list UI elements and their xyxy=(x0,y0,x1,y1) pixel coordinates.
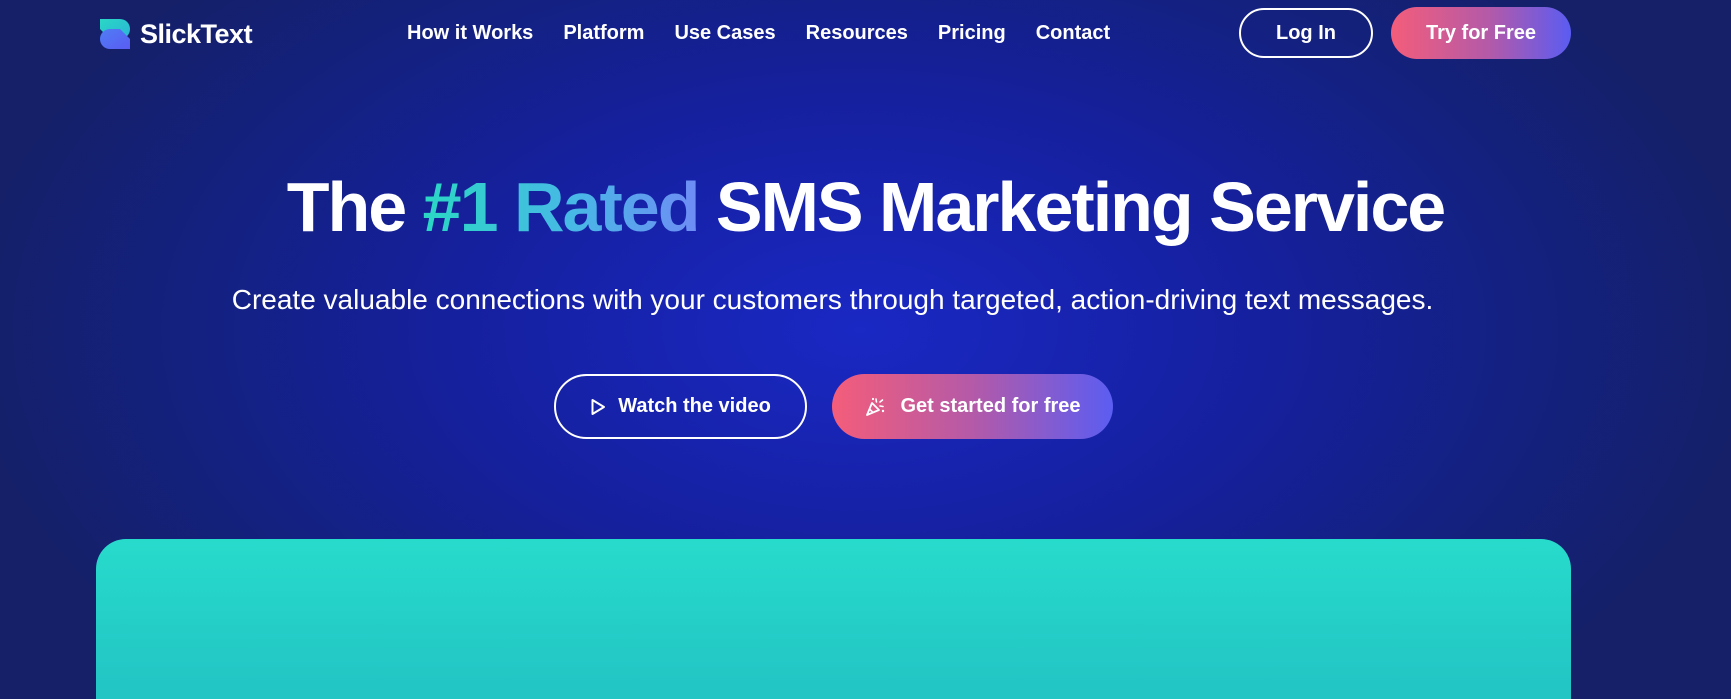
login-button[interactable]: Log In xyxy=(1239,8,1373,58)
slicktext-logo-icon xyxy=(96,15,134,53)
site-header: SlickText How it Works Platform Use Case… xyxy=(0,0,1731,66)
watch-video-button[interactable]: Watch the video xyxy=(554,374,807,439)
try-for-free-button[interactable]: Try for Free xyxy=(1391,7,1571,59)
product-preview-panel xyxy=(96,539,1571,699)
hero-title: The #1 Rated SMS Marketing Service xyxy=(0,162,1731,252)
landing-page: SlickText How it Works Platform Use Case… xyxy=(0,0,1731,699)
nav-platform[interactable]: Platform xyxy=(563,22,644,45)
nav-contact[interactable]: Contact xyxy=(1036,22,1110,45)
hero-title-accent: #1 Rated xyxy=(422,168,701,246)
hero-title-prefix: The xyxy=(286,168,407,246)
nav-resources[interactable]: Resources xyxy=(806,22,908,45)
get-started-button[interactable]: Get started for free xyxy=(832,374,1113,439)
brand-name: SlickText xyxy=(140,18,253,49)
hero-title-suffix: SMS Marketing Service xyxy=(715,168,1446,246)
get-started-label: Get started for free xyxy=(900,395,1081,417)
nav-pricing[interactable]: Pricing xyxy=(938,22,1006,45)
play-icon xyxy=(590,398,606,416)
hero-subtitle: Create valuable connections with your cu… xyxy=(231,284,1434,315)
main-nav: How it Works Platform Use Cases Resource… xyxy=(407,18,1140,48)
nav-use-cases[interactable]: Use Cases xyxy=(674,22,775,45)
party-popper-icon xyxy=(864,396,886,418)
brand-logo[interactable]: SlickText xyxy=(96,14,253,54)
nav-how-it-works[interactable]: How it Works xyxy=(407,22,533,45)
watch-video-label: Watch the video xyxy=(618,395,771,417)
